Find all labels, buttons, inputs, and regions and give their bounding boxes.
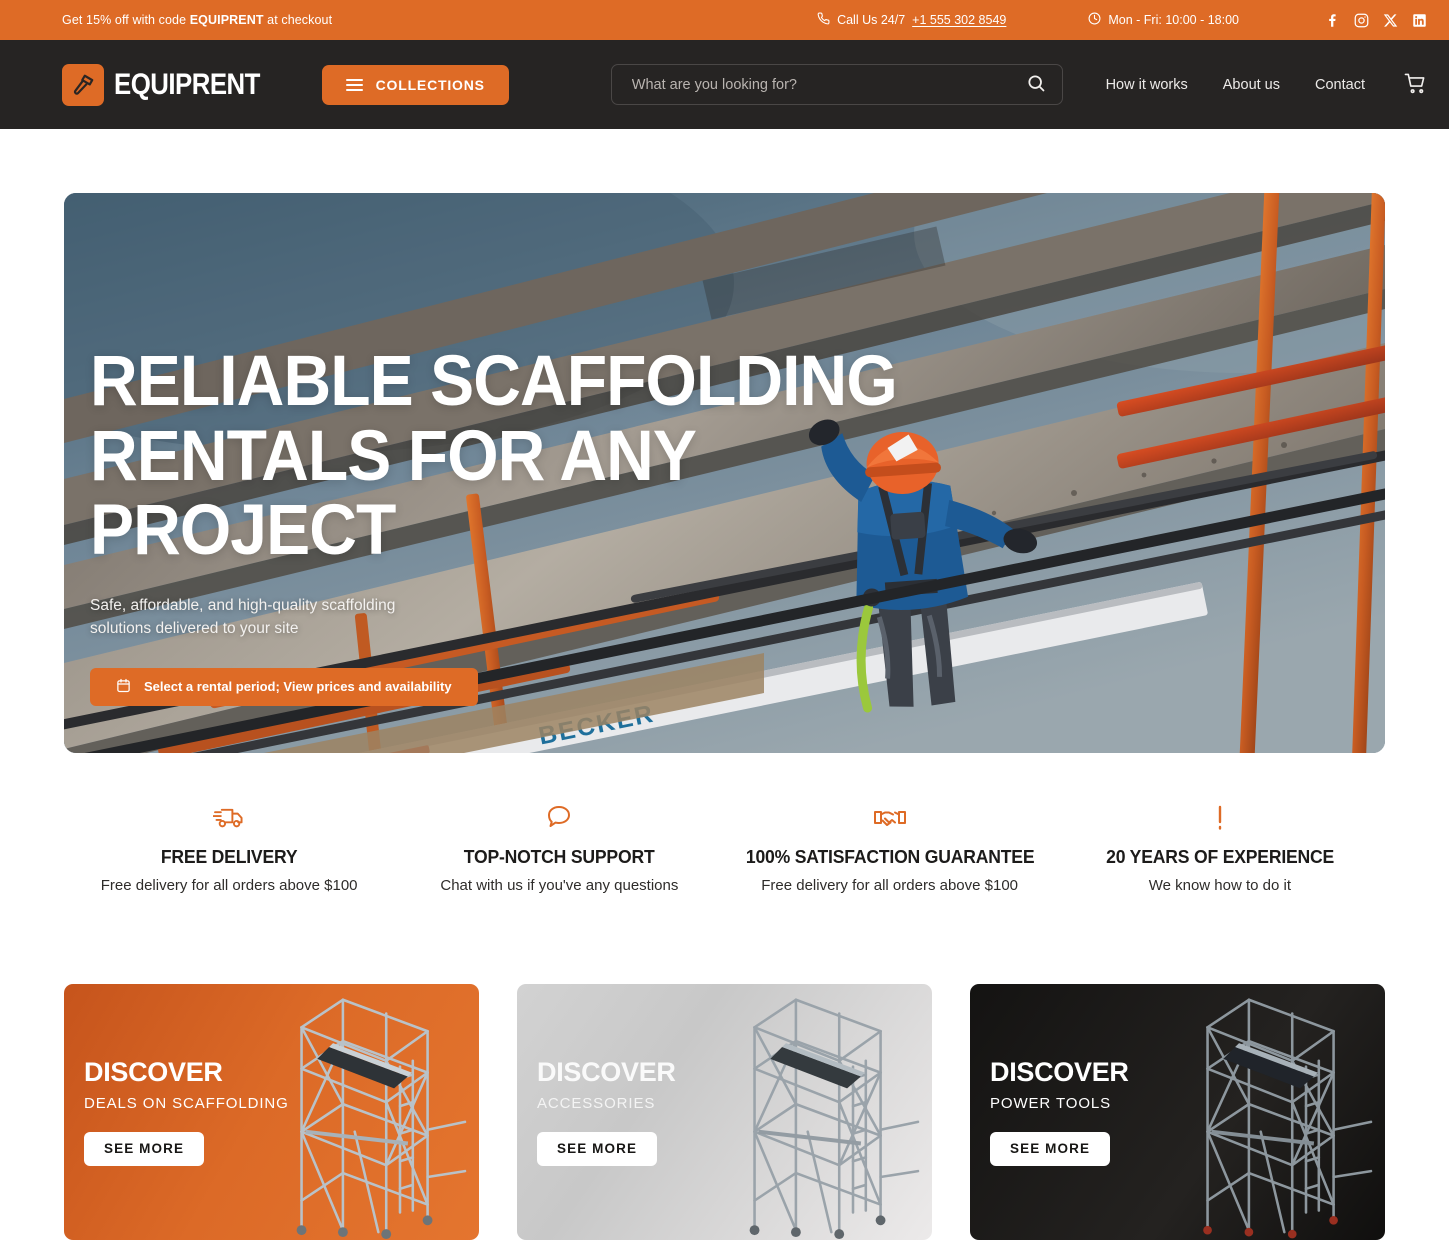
card-body: DISCOVER POWER TOOLS SEE MORE	[990, 1056, 1385, 1166]
instagram-icon[interactable]	[1354, 13, 1369, 28]
see-more-button[interactable]: SEE MORE	[990, 1131, 1111, 1166]
feature-description: Free delivery for all orders above $100	[100, 877, 358, 894]
promo-prefix: Get 15% off with code	[62, 13, 190, 27]
hammer-icon	[62, 63, 104, 106]
discover-cards: DISCOVER DEALS ON SCAFFOLDING SEE MORE D…	[64, 984, 1385, 1240]
card-subtitle: ACCESSORIES	[537, 1094, 656, 1112]
exclamation-icon	[1055, 799, 1385, 831]
card-body: DISCOVER DEALS ON SCAFFOLDING SEE MORE	[84, 1056, 479, 1166]
search-input[interactable]	[631, 76, 1026, 93]
promo-suffix: at checkout	[263, 13, 333, 27]
discover-card-power-tools[interactable]: DISCOVER POWER TOOLS SEE MORE	[970, 984, 1385, 1240]
hero-cta-button[interactable]: Select a rental period; View prices and …	[90, 667, 478, 706]
hero-cta-label: Select a rental period; View prices and …	[144, 679, 452, 695]
announcement-right-group: Call Us 24/7 +1 555 302 8549 Mon - Fri: …	[817, 12, 1427, 28]
brand-logo[interactable]: EQUIPRENT	[62, 63, 284, 106]
nav-how-it-works[interactable]: How it works	[1106, 77, 1188, 93]
promo-message: Get 15% off with code EQUIPRENT at check…	[62, 13, 332, 27]
feature-title: FREE DELIVERY	[160, 846, 298, 867]
card-title: DISCOVER	[84, 1056, 223, 1087]
collections-button[interactable]: COLLECTIONS	[321, 64, 509, 105]
feature-title: TOP-NOTCH SUPPORT	[463, 846, 655, 867]
phone-info: Call Us 24/7 +1 555 302 8549	[817, 12, 1006, 28]
card-subtitle: POWER TOOLS	[990, 1094, 1112, 1112]
shopping-cart-icon	[1404, 72, 1427, 98]
discover-card-accessories[interactable]: DISCOVER ACCESSORIES SEE MORE	[517, 984, 932, 1240]
phone-icon	[817, 12, 830, 28]
handshake-icon	[725, 799, 1055, 831]
search-button[interactable]	[1026, 73, 1046, 96]
social-links	[1325, 13, 1427, 28]
announcement-bar: Get 15% off with code EQUIPRENT at check…	[0, 0, 1449, 40]
feature-description: Free delivery for all orders above $100	[761, 877, 1019, 894]
page-body: BECKER	[0, 193, 1449, 1240]
brand-name: EQUIPRENT	[114, 67, 260, 101]
nav-about-us[interactable]: About us	[1223, 77, 1280, 93]
hero-title-line-1: RELIABLE SCAFFOLDING	[90, 342, 898, 421]
feature-description: Chat with us if you've any questions	[440, 877, 679, 894]
hero-banner: BECKER	[64, 193, 1385, 753]
feature-top-notch-support: TOP-NOTCH SUPPORT Chat with us if you've…	[394, 799, 724, 894]
phone-label: Call Us 24/7	[837, 13, 906, 27]
chat-bubble-icon	[394, 799, 724, 831]
search-icon	[1026, 73, 1046, 96]
promo-code: EQUIPRENT	[189, 13, 264, 27]
delivery-truck-icon	[64, 799, 394, 831]
card-subtitle: DEALS ON SCAFFOLDING	[84, 1094, 289, 1112]
see-more-button[interactable]: SEE MORE	[84, 1131, 205, 1166]
cart-button[interactable]	[1404, 72, 1427, 98]
see-more-button[interactable]: SEE MORE	[537, 1131, 658, 1166]
phone-number-link[interactable]: +1 555 302 8549	[912, 13, 1006, 27]
hero-title: RELIABLE SCAFFOLDING RENTALS FOR ANY PRO…	[90, 342, 927, 571]
business-hours: Mon - Fri: 10:00 - 18:00	[1088, 12, 1239, 28]
nav-contact[interactable]: Contact	[1315, 77, 1365, 93]
feature-free-delivery: FREE DELIVERY Free delivery for all orde…	[64, 799, 394, 894]
collections-label: COLLECTIONS	[375, 76, 485, 93]
features-row: FREE DELIVERY Free delivery for all orde…	[64, 799, 1385, 894]
linkedin-icon[interactable]	[1412, 13, 1427, 28]
discover-card-deals-on-scaffolding[interactable]: DISCOVER DEALS ON SCAFFOLDING SEE MORE	[64, 984, 479, 1240]
calendar-icon	[116, 678, 131, 696]
card-body: DISCOVER ACCESSORIES SEE MORE	[537, 1056, 932, 1166]
hamburger-menu-icon	[345, 78, 363, 91]
feature-years-of-experience: 20 YEARS OF EXPERIENCE We know how to do…	[1055, 799, 1385, 894]
feature-satisfaction-guarantee: 100% SATISFACTION GUARANTEE Free deliver…	[725, 799, 1055, 894]
hero-content: RELIABLE SCAFFOLDING RENTALS FOR ANY PRO…	[90, 342, 990, 706]
card-title: DISCOVER	[537, 1056, 676, 1087]
search-bar[interactable]	[610, 64, 1063, 105]
main-navigation: How it works About us Contact	[1106, 72, 1427, 98]
x-twitter-icon[interactable]	[1383, 13, 1398, 28]
card-title: DISCOVER	[990, 1056, 1129, 1087]
feature-title: 20 YEARS OF EXPERIENCE	[1105, 846, 1334, 867]
business-hours-text: Mon - Fri: 10:00 - 18:00	[1108, 13, 1239, 27]
clock-icon	[1088, 12, 1101, 28]
feature-description: We know how to do it	[1148, 877, 1292, 894]
feature-title: 100% SATISFACTION GUARANTEE	[745, 846, 1034, 867]
facebook-icon[interactable]	[1325, 13, 1340, 28]
site-header: EQUIPRENT COLLECTIONS How it works About…	[0, 40, 1449, 129]
hero-subtitle: Safe, affordable, and high-quality scaff…	[90, 596, 396, 637]
hero-title-line-2: RENTALS FOR ANY PROJECT	[90, 416, 696, 571]
